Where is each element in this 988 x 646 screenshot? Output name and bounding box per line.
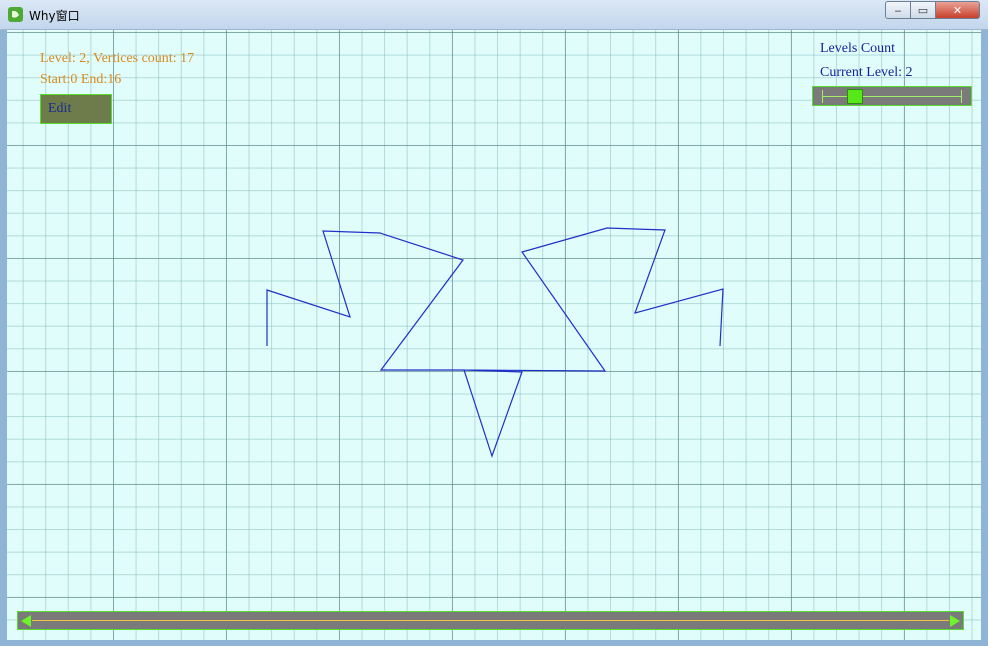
- scroll-left-icon[interactable]: [21, 615, 31, 627]
- window-titlebar[interactable]: Why窗口 ‒ ▭ ✕: [0, 0, 988, 30]
- caption-buttons: ‒ ▭ ✕: [885, 1, 980, 20]
- level-info: Level: 2, Vertices count: 17: [40, 51, 195, 66]
- scroll-right-icon[interactable]: [950, 615, 960, 627]
- minimize-button[interactable]: ‒: [885, 1, 911, 19]
- levels-count-label: Levels Count: [820, 41, 896, 56]
- window-title: Why窗口: [29, 9, 80, 23]
- level-slider-thumb[interactable]: [847, 89, 863, 104]
- shape-drawing: [266, 227, 724, 458]
- maximize-button[interactable]: ▭: [911, 1, 936, 19]
- app-icon: [8, 7, 23, 22]
- current-level-label: Current Level: 2: [820, 65, 913, 80]
- start-end-info: Start:0 End:16: [40, 72, 122, 87]
- drawing-canvas[interactable]: Level: 2, Vertices count: 17 Start:0 End…: [7, 30, 981, 640]
- horizontal-scrollbar[interactable]: [17, 611, 964, 630]
- level-slider-min-tick: [822, 90, 823, 103]
- edit-button[interactable]: Edit: [40, 94, 112, 124]
- scroll-track[interactable]: [32, 620, 949, 621]
- level-slider-track: [823, 96, 961, 97]
- level-slider-max-tick: [961, 90, 962, 103]
- level-slider[interactable]: [812, 86, 972, 106]
- fractal-shape: [266, 227, 724, 458]
- close-button[interactable]: ✕: [936, 1, 980, 19]
